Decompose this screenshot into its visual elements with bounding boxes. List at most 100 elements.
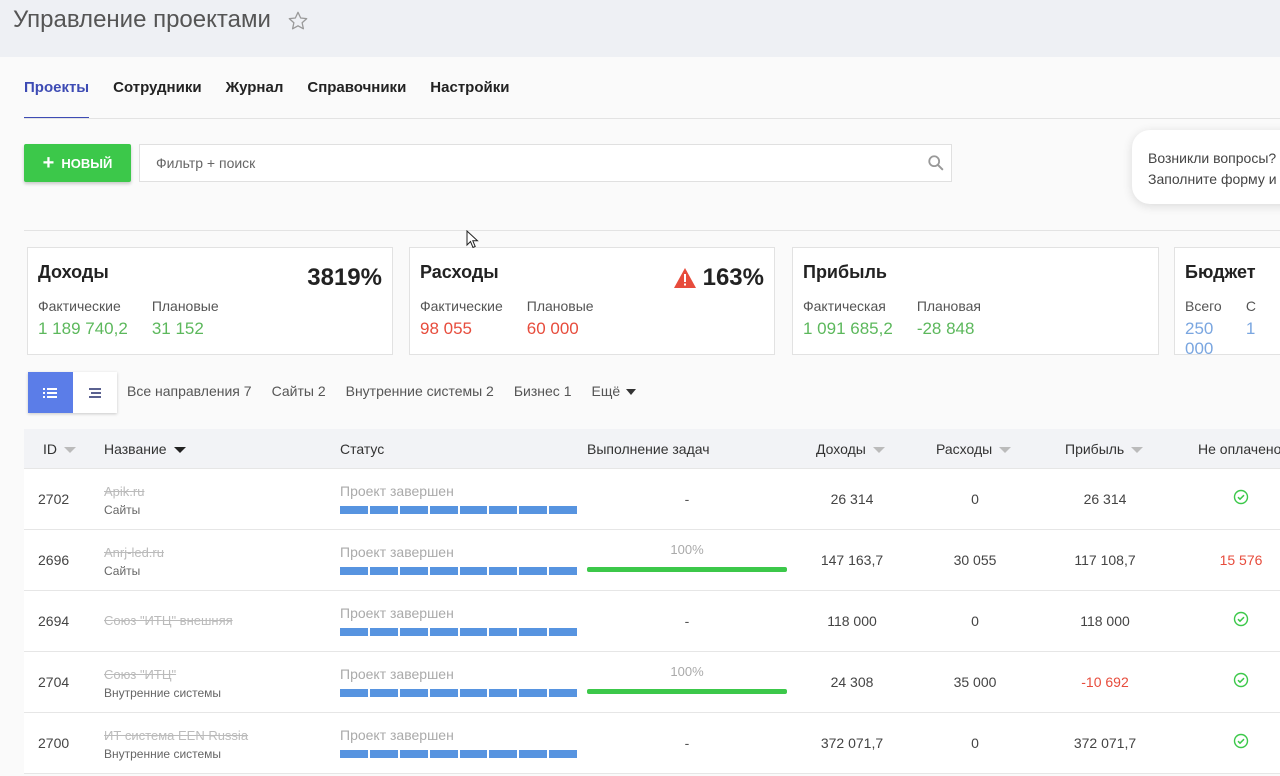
- row-name[interactable]: Союз "ИТЦ" внешняя: [104, 613, 233, 628]
- new-button-label: НОВЫЙ: [61, 155, 113, 171]
- row-name[interactable]: ИТ система EEN Russia: [104, 728, 248, 743]
- tab-projects[interactable]: Проекты: [24, 57, 90, 119]
- table-row[interactable]: 2696 Anrj-led.ru Сайты Проект завершен 1…: [24, 530, 1280, 591]
- page-title: Управление проектами: [13, 6, 271, 33]
- check-circle-icon: [1233, 733, 1249, 749]
- row-unpaid: [1191, 733, 1280, 752]
- mouse-cursor-icon: [466, 230, 479, 249]
- row-profit: 118 000: [1080, 613, 1130, 629]
- col-id-label: ID: [43, 441, 57, 457]
- row-category: Сайты: [104, 564, 141, 578]
- col-id[interactable]: ID: [43, 441, 76, 457]
- status-progress-bar: [340, 750, 577, 758]
- row-status: Проект завершен: [340, 605, 454, 621]
- card-label: Плановые: [526, 298, 594, 314]
- row-unpaid: [1191, 489, 1280, 508]
- help-line-1: Возникли вопросы?: [1148, 150, 1277, 166]
- row-category: Внутренние системы: [104, 686, 222, 700]
- filter-more-label: Ещё: [591, 383, 621, 399]
- expenses-percent: 163%: [673, 264, 764, 292]
- star-icon[interactable]: [287, 10, 309, 32]
- row-name[interactable]: Anrj-led.ru: [104, 545, 164, 560]
- col-unpaid[interactable]: Не оплачено: [1198, 441, 1280, 457]
- unpaid-amount: 15 576: [1219, 552, 1263, 568]
- row-expenses: 35 000: [953, 674, 997, 690]
- row-profit: 372 071,7: [1073, 735, 1137, 751]
- row-profit: 26 314: [1083, 491, 1127, 507]
- tab-journal[interactable]: Журнал: [226, 57, 284, 119]
- row-income: 118 000: [827, 613, 877, 629]
- status-progress-bar: [340, 628, 577, 636]
- table-row[interactable]: 2700 ИТ система EEN Russia Внутренние си…: [24, 713, 1280, 774]
- col-exec-label: Выполнение задач: [587, 441, 710, 457]
- filter-more-dropdown[interactable]: Ещё: [591, 383, 637, 399]
- row-id: 2702: [38, 491, 70, 507]
- row-status: Проект завершен: [340, 666, 454, 682]
- table-row[interactable]: 2704 Союз "ИТЦ" Внутренние системы Проек…: [24, 652, 1280, 713]
- table-row[interactable]: 2694 Союз "ИТЦ" внешняя Проект завершен …: [24, 591, 1280, 652]
- tabs-divider: [24, 118, 1280, 119]
- row-name[interactable]: Apik.ru: [104, 484, 144, 499]
- plus-icon: +: [42, 152, 55, 174]
- sort-icon: [1131, 447, 1144, 454]
- expenses-actual-value: 98 055: [420, 319, 472, 338]
- income-card: Доходы 3819% Фактические 1 189 740,2 План…: [27, 247, 393, 355]
- tab-employees[interactable]: Сотрудники: [113, 57, 201, 119]
- filter-business[interactable]: Бизнес 1: [514, 383, 572, 399]
- compact-view-button[interactable]: [73, 372, 118, 413]
- view-toggle: [28, 372, 117, 413]
- profit-actual-value: 1 091 685,2: [803, 319, 893, 338]
- row-income: 372 071,7: [820, 735, 884, 751]
- row-income: 147 163,7: [820, 552, 884, 568]
- card-label: Фактические: [420, 298, 503, 314]
- row-name[interactable]: Союз "ИТЦ": [104, 667, 176, 682]
- new-project-button[interactable]: + НОВЫЙ: [24, 144, 131, 182]
- card-label: Фактические: [38, 298, 121, 314]
- exec-progress-bar: [587, 689, 787, 694]
- filter-all[interactable]: Все направления 7: [127, 383, 252, 399]
- row-status: Проект завершен: [340, 727, 454, 743]
- income-actual-value: 1 189 740,2: [38, 319, 128, 338]
- row-expenses: 0: [971, 613, 979, 629]
- caret-down-icon: [626, 389, 637, 396]
- col-profit[interactable]: Прибыль: [1065, 441, 1144, 457]
- income-percent: 3819%: [307, 264, 382, 291]
- col-expenses[interactable]: Расходы: [936, 441, 1012, 457]
- search-icon[interactable]: [927, 154, 945, 172]
- row-category: Сайты: [104, 503, 141, 517]
- sort-icon: [999, 447, 1012, 454]
- sort-icon: [173, 447, 186, 454]
- projects-table: ID Название Статус Выполнение задач Дохо…: [24, 429, 1280, 774]
- col-exec[interactable]: Выполнение задач: [587, 441, 710, 457]
- list-view-button[interactable]: [28, 372, 73, 413]
- row-exec: -: [684, 735, 690, 751]
- status-progress-bar: [340, 689, 577, 697]
- search-box: [139, 144, 952, 182]
- card-label: С: [1245, 298, 1256, 314]
- filter-internal[interactable]: Внутренние системы 2: [346, 383, 494, 399]
- budget-total-value: 250 000: [1185, 319, 1214, 355]
- main-content: Проекты Сотрудники Журнал Справочники На…: [0, 57, 1280, 776]
- col-status[interactable]: Статус: [340, 441, 384, 457]
- row-unpaid: 15 576: [1191, 550, 1280, 568]
- row-id: 2700: [38, 735, 70, 751]
- help-bubble[interactable]: Возникли вопросы? Заполните форму и: [1132, 130, 1280, 204]
- sort-icon: [64, 447, 76, 454]
- card-label: Плановая: [916, 298, 981, 314]
- warning-icon: [673, 268, 696, 288]
- filter-sites[interactable]: Сайты 2: [272, 383, 326, 399]
- card-title: Прибыль: [803, 262, 887, 282]
- col-expenses-label: Расходы: [936, 441, 993, 457]
- tab-bar: Проекты Сотрудники Журнал Справочники На…: [24, 57, 533, 119]
- filter-bar: Все направления 7 Сайты 2 Внутренние сис…: [127, 383, 656, 399]
- expenses-card: Расходы 163% Фактические 98 055 Плановые 6…: [409, 247, 775, 355]
- search-input[interactable]: [140, 145, 920, 181]
- tab-settings[interactable]: Настройки: [430, 57, 509, 119]
- sort-icon: [872, 447, 885, 454]
- card-label: Плановые: [151, 298, 219, 314]
- row-expenses: 0: [971, 735, 979, 751]
- table-row[interactable]: 2702 Apik.ru Сайты Проект завершен - 26 …: [24, 469, 1280, 530]
- col-income[interactable]: Доходы: [816, 441, 885, 457]
- tab-directories[interactable]: Справочники: [307, 57, 406, 119]
- col-name[interactable]: Название: [104, 441, 186, 457]
